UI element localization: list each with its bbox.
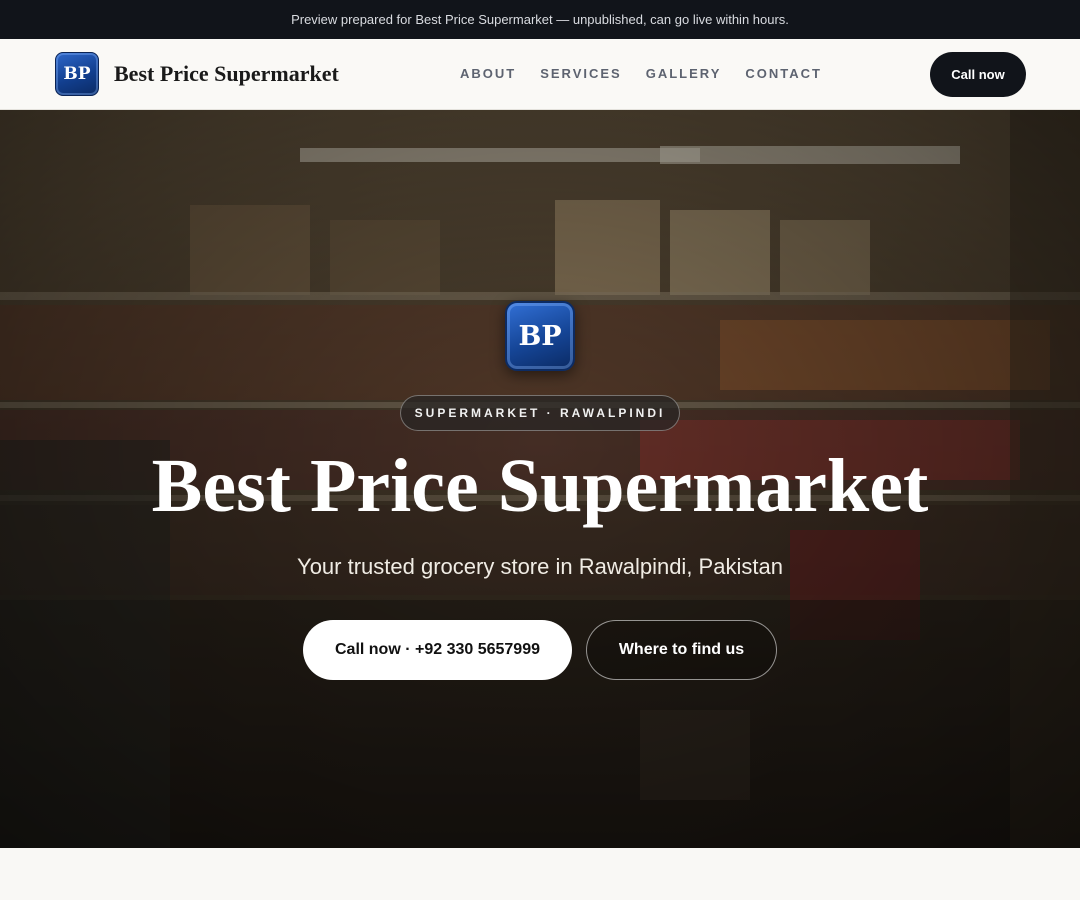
hero-title: Best Price Supermarket xyxy=(151,444,929,528)
next-section xyxy=(0,848,1080,900)
main-nav: ABOUT SERVICES GALLERY CONTACT xyxy=(460,66,846,81)
brand-logo-text: BP xyxy=(63,64,91,84)
hero-subtitle: Your trusted grocery store in Rawalpindi… xyxy=(297,554,783,579)
brand-name: Best Price Supermarket xyxy=(114,61,339,86)
preview-banner: Preview prepared for Best Price Supermar… xyxy=(0,0,1080,39)
hero-call-button[interactable]: Call now · +92 330 5657999 xyxy=(303,620,572,680)
hero-eyebrow-text: SUPERMARKET · RAWALPINDI xyxy=(414,406,666,420)
brand-logo: BP xyxy=(55,52,99,96)
hero-eyebrow-badge: SUPERMARKET · RAWALPINDI xyxy=(400,395,680,431)
hero-logo: BP xyxy=(505,301,575,371)
header-call-button[interactable]: Call now xyxy=(930,52,1026,97)
site-header: BP Best Price Supermarket ABOUT SERVICES… xyxy=(0,39,1080,110)
nav-link-about[interactable]: ABOUT xyxy=(460,66,516,81)
hero-section: BP SUPERMARKET · RAWALPINDI Best Price S… xyxy=(0,110,1080,848)
nav-link-contact[interactable]: CONTACT xyxy=(745,66,822,81)
preview-banner-text: Preview prepared for Best Price Supermar… xyxy=(291,12,789,27)
hero-logo-text: BP xyxy=(518,320,562,352)
hero-find-us-button[interactable]: Where to find us xyxy=(586,620,777,680)
hero-content: BP SUPERMARKET · RAWALPINDI Best Price S… xyxy=(0,110,1080,848)
nav-link-services[interactable]: SERVICES xyxy=(540,66,622,81)
brand[interactable]: BP Best Price Supermarket xyxy=(55,52,339,96)
nav-link-gallery[interactable]: GALLERY xyxy=(646,66,722,81)
